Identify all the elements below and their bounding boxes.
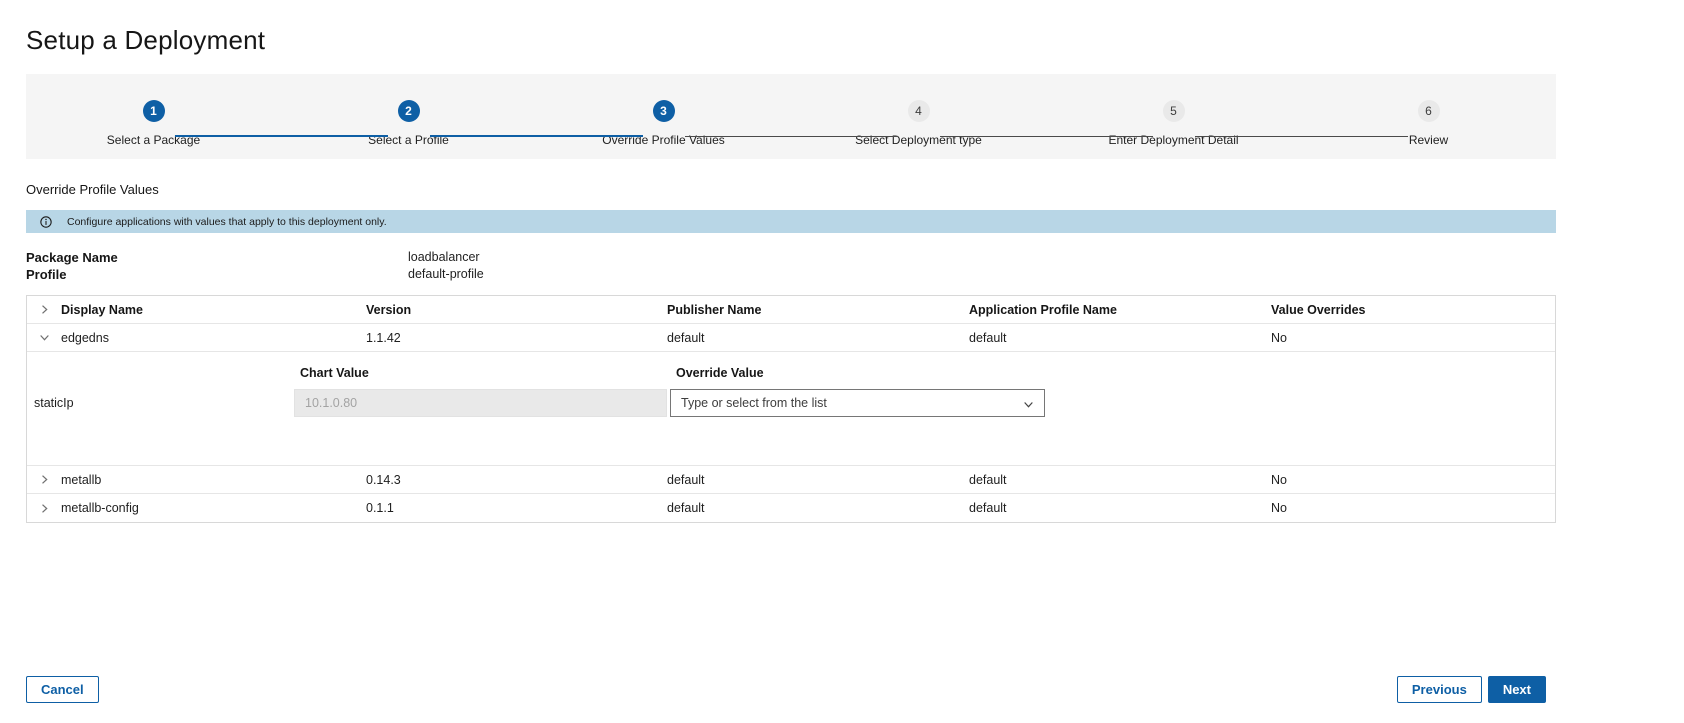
cell-publisher-name: default bbox=[667, 501, 705, 515]
combobox-chevron-down-icon[interactable] bbox=[1023, 399, 1034, 410]
step-3-override-profile-values: 3 Override Profile Values bbox=[429, 100, 791, 159]
section-heading: Override Profile Values bbox=[26, 182, 159, 197]
chart-value-label: Chart Value bbox=[300, 366, 369, 380]
cell-application-profile-name: default bbox=[969, 472, 1007, 487]
package-name-label: Package Name bbox=[26, 250, 118, 265]
profile-value: default-profile bbox=[408, 267, 484, 281]
col-header-application-profile-name: Application Profile Name bbox=[969, 302, 1117, 317]
cell-version: 0.1.1 bbox=[366, 501, 394, 515]
step-1-select-a-package: 1 Select a Package bbox=[26, 100, 281, 159]
expand-all-chevron-right-icon[interactable] bbox=[37, 302, 52, 317]
cell-display-name: edgedns bbox=[61, 330, 109, 345]
override-value-combobox[interactable] bbox=[670, 389, 1045, 417]
col-header-value-overrides: Value Overrides bbox=[1271, 302, 1366, 317]
previous-button[interactable]: Previous bbox=[1396, 676, 1482, 703]
applications-table: Display Name Version Publisher Name Appl… bbox=[26, 295, 1556, 523]
table-row-metallb: metallb 0.14.3 default default No bbox=[27, 466, 1555, 494]
package-info: Package Name loadbalancer Profile defaul… bbox=[26, 249, 1556, 283]
col-header-version: Version bbox=[366, 302, 412, 317]
cell-application-profile-name: default bbox=[969, 330, 1007, 345]
collapse-row-chevron-down-icon[interactable] bbox=[37, 330, 52, 345]
wizard-footer: Cancel Previous Next bbox=[26, 676, 1546, 703]
profile-row: Profile default-profile bbox=[26, 266, 1556, 283]
step-5-circle[interactable]: 5 bbox=[1162, 100, 1185, 122]
cell-application-profile-name: default bbox=[969, 501, 1007, 515]
col-header-display-name: Display Name bbox=[61, 302, 143, 317]
step-2-select-a-profile: 2 Select a Profile bbox=[174, 100, 536, 159]
step-2-circle[interactable]: 2 bbox=[397, 100, 420, 122]
cell-display-name: metallb bbox=[61, 472, 102, 487]
step-6-circle[interactable]: 6 bbox=[1417, 100, 1440, 122]
next-button[interactable]: Next bbox=[1487, 676, 1546, 703]
step-6-review: 6 Review bbox=[1194, 100, 1556, 159]
edgedns-override-panel: Chart Value Override Value staticIp bbox=[27, 352, 1555, 466]
step-1-circle[interactable]: 1 bbox=[142, 100, 165, 122]
cell-value-overrides: No bbox=[1271, 330, 1287, 345]
info-banner: Configure applications with values that … bbox=[26, 210, 1556, 233]
package-name-value: loadbalancer bbox=[408, 250, 480, 264]
chart-value-input bbox=[294, 389, 667, 417]
table-header-row: Display Name Version Publisher Name Appl… bbox=[27, 296, 1555, 324]
page-title: Setup a Deployment bbox=[26, 25, 266, 55]
override-value-label: Override Value bbox=[676, 366, 764, 380]
info-banner-text: Configure applications with values that … bbox=[67, 215, 387, 228]
cell-value-overrides: No bbox=[1271, 501, 1287, 515]
override-value-input[interactable] bbox=[671, 390, 1044, 416]
setup-deployment-page: Setup a Deployment 1 Select a Package 2 … bbox=[0, 0, 1684, 723]
profile-label: Profile bbox=[26, 267, 67, 282]
cell-value-overrides: No bbox=[1271, 472, 1287, 487]
step-5-enter-deployment-detail: 5 Enter Deployment Detail bbox=[939, 100, 1301, 159]
step-6-label: Review bbox=[1408, 133, 1449, 147]
cell-version: 0.14.3 bbox=[366, 472, 401, 487]
col-header-publisher-name: Publisher Name bbox=[667, 302, 762, 317]
cell-publisher-name: default bbox=[667, 472, 705, 487]
info-icon bbox=[40, 215, 52, 228]
table-row-metallb-config: metallb-config 0.1.1 default default No bbox=[27, 494, 1555, 522]
cell-publisher-name: default bbox=[667, 330, 705, 345]
table-row-edgedns: edgedns 1.1.42 default default No bbox=[27, 324, 1555, 352]
cancel-button[interactable]: Cancel bbox=[26, 676, 99, 703]
param-name-staticip: staticIp bbox=[34, 396, 74, 410]
step-4-select-deployment-type: 4 Select Deployment type bbox=[684, 100, 1046, 159]
package-name-row: Package Name loadbalancer bbox=[26, 249, 1556, 266]
expand-row-chevron-right-icon[interactable] bbox=[37, 501, 52, 516]
step-3-circle[interactable]: 3 bbox=[652, 100, 675, 122]
expand-row-chevron-right-icon[interactable] bbox=[37, 472, 52, 487]
step-4-circle[interactable]: 4 bbox=[907, 100, 930, 122]
wizard-stepper: 1 Select a Package 2 Select a Profile 3 … bbox=[26, 74, 1556, 159]
cell-display-name: metallb-config bbox=[61, 501, 139, 515]
cell-version: 1.1.42 bbox=[366, 330, 401, 345]
